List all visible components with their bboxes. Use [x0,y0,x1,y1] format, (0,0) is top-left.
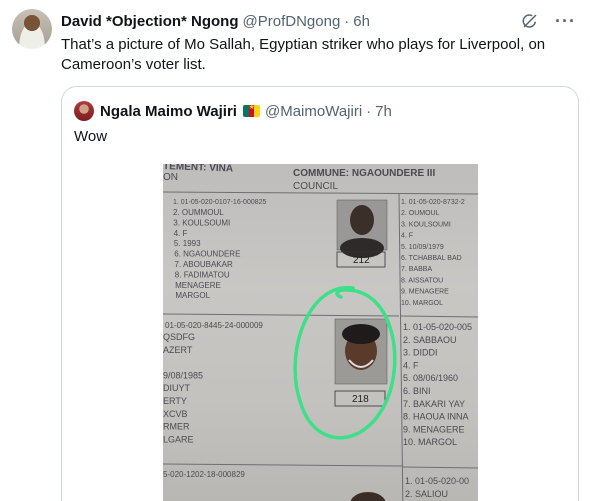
quoted-tweet-header: Ngala Maimo Wajiri @MaimoWajiri · 7h [74,101,392,121]
entry2-id: 01-05-020-8445-24-000009 [165,321,263,330]
entry1-line: MARGOL [175,291,210,300]
entry1-box-number: 212 [353,255,370,266]
entry2-line: RMER [163,422,190,432]
right-col-2-line: 6. BINI [403,386,431,396]
quoted-tweet-timestamp[interactable]: 7h [375,103,392,120]
entry2-line: DIUYT [163,383,191,393]
separator-dot: · [344,12,350,30]
entry1-line: 6. NGAOUNDERE [174,250,240,259]
author-avatar[interactable] [12,9,52,49]
right-col-2-line: 7. BAKARI YAY [403,399,465,409]
right-col-2-line: 8. HAOUA INNA [403,412,469,422]
right-col-1-line: 1. 01-05-020-8732-2 [401,199,465,206]
right-col-1-line: 2. OUMOUL [401,210,440,217]
quoted-author-handle[interactable]: @MaimoWajiri [265,103,362,120]
right-col-1-line: 10. MARGOL [401,300,443,307]
author-handle[interactable]: @ProfDNgong [243,13,341,30]
entry1-line: 2. OUMMOUL [173,208,224,217]
right-col-1-line: 7. BABBA [401,266,432,273]
grok-icon[interactable] [521,12,539,30]
right-col-3-line: 2. SALIOU [405,489,448,499]
cameroon-flag-icon [242,105,260,117]
entry2-line: AZERT [163,345,193,355]
tweet[interactable]: David *Objection* Ngong @ProfDNgong · 6h… [0,0,590,501]
voter-list-document: TEMENT: VINA ON COMMUNE: NGAOUNDERE III … [163,164,478,501]
right-col-1-line: 3. KOULSOUMI [401,221,451,228]
right-col-2-line: 2. SABBAOU [403,335,457,345]
entry2-line: ERTY [163,396,187,406]
right-col-2-line: 3. DIDDI [403,348,438,358]
doc-header-left-2: ON [163,172,178,183]
right-col-1-line: 8. AISSATOU [401,277,443,284]
quoted-author-display-name[interactable]: Ngala Maimo Wajiri [100,103,237,120]
entry1-line: 5. 1993 [174,239,201,248]
right-col-2-line: 10. MARGOL [403,437,457,447]
entry2-line: 9/08/1985 [163,370,203,380]
author-display-name[interactable]: David *Objection* Ngong [61,13,239,30]
doc-header-council: COUNCIL [293,181,338,192]
entry3-id: 5-020-1202-18-000829 [163,470,245,479]
right-col-2-line: 5. 08/06/1960 [403,373,458,383]
tweet-header: David *Objection* Ngong @ProfDNgong · 6h [61,11,370,31]
quoted-tweet-text: Wow [74,128,108,145]
right-col-3-line: 1. 01-05-020-00 [405,476,469,486]
tweet-timestamp[interactable]: 6h [353,13,370,30]
right-col-1-line: 4. F [401,233,413,240]
entry2-line: LGARE [163,434,194,444]
entry2-line: QSDFG [163,332,195,342]
quoted-author-avatar[interactable] [74,101,94,121]
tweet-actions-top: ··· [521,12,576,30]
doc-header-commune: COMMUNE: NGAOUNDERE III [293,168,435,179]
entry1-line: 7. ABOUBAKAR [175,260,233,269]
quoted-tweet[interactable]: Ngala Maimo Wajiri @MaimoWajiri · 7h Wow… [61,86,579,501]
entry1-line: 3. KOULSOUMI [173,218,230,227]
right-col-2-line: 1. 01-05-020-005 [403,322,472,332]
right-col-2-line: 4. F [403,360,419,370]
entry1-line: MENAGERE [175,281,221,290]
entry1-line: 4. F [174,229,188,238]
right-col-2-line: 9. MENAGERE [403,424,465,434]
entry1-id: 1. 01-05-020-0107-16-000825 [173,199,267,206]
entry2-line: XCVB [163,409,188,419]
more-icon[interactable]: ··· [555,12,576,30]
right-col-1-line: 9. MENAGERE [401,289,449,296]
tweet-text: That’s a picture of Mo Sallah, Egyptian … [61,36,546,73]
separator-dot: · [366,102,372,120]
voter-list-photo[interactable]: TEMENT: VINA ON COMMUNE: NGAOUNDERE III … [163,164,478,501]
entry1-line: 8. FADIMATOU [175,270,230,279]
right-col-1-line: 6. TCHABBAL BAD [401,255,462,262]
entry2-box-number: 218 [352,394,369,405]
right-col-1-line: 5. 10/09/1979 [401,244,444,251]
